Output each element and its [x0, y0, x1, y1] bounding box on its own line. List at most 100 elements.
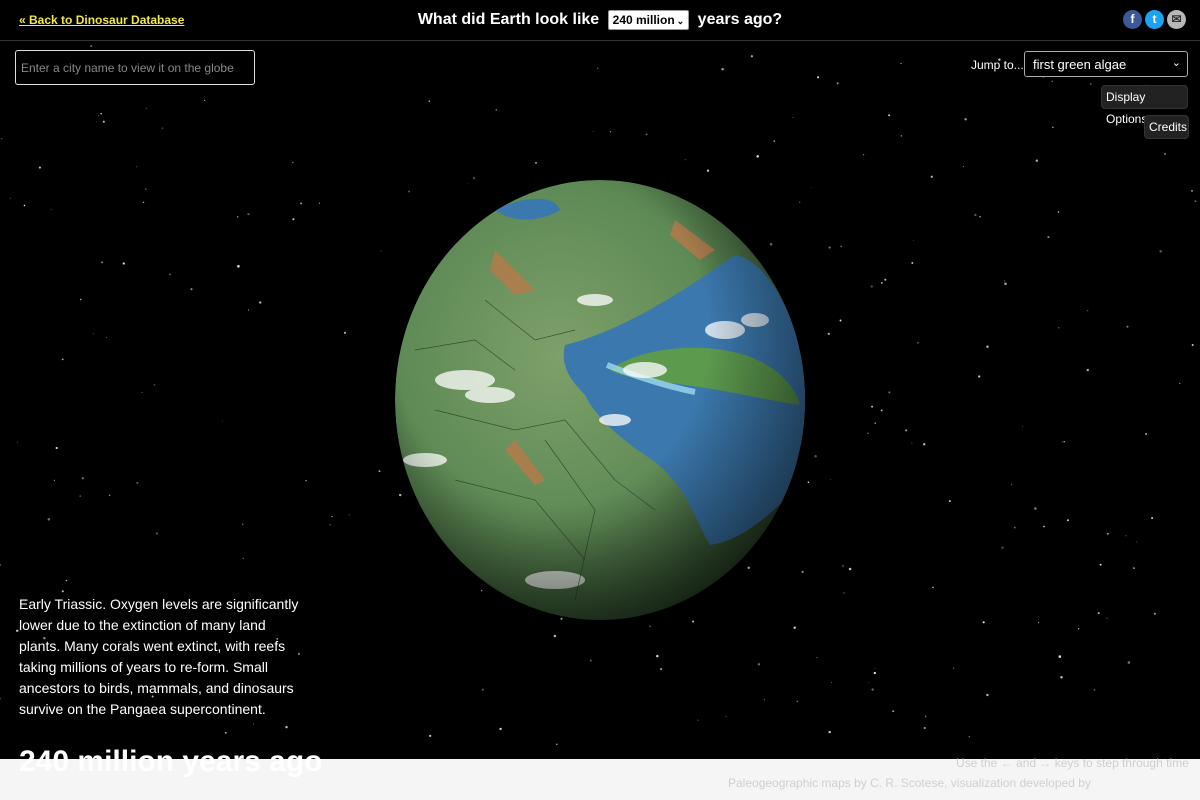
star [773, 140, 776, 142]
star [1077, 628, 1080, 630]
chevron-down-icon: ⌄ [676, 16, 685, 26]
star [796, 700, 799, 703]
star [917, 342, 919, 344]
star [867, 432, 869, 434]
star [348, 514, 350, 516]
star [842, 564, 844, 567]
star [750, 55, 754, 58]
email-share-icon[interactable]: ✉ [1167, 10, 1186, 29]
star [900, 62, 902, 65]
footer: Use the ← and → keys to step through tim… [0, 756, 1200, 800]
star [161, 127, 164, 129]
star [53, 479, 56, 481]
star [964, 118, 967, 121]
star [136, 481, 139, 484]
star [1047, 236, 1050, 239]
star [656, 654, 659, 658]
star [556, 743, 558, 746]
star [61, 590, 64, 593]
star [1013, 526, 1016, 529]
star [247, 309, 250, 311]
star [763, 699, 765, 701]
star [1125, 535, 1127, 537]
star [1058, 327, 1060, 329]
star [203, 99, 206, 102]
star [1034, 507, 1037, 510]
star [50, 209, 52, 211]
star [61, 358, 64, 361]
star [923, 726, 926, 730]
star [1090, 83, 1092, 85]
star [930, 175, 933, 178]
star [828, 730, 831, 734]
star [1022, 426, 1023, 428]
credits-button[interactable]: Credits [1144, 115, 1189, 139]
star [169, 273, 171, 276]
star [10, 197, 12, 199]
years-ago-select[interactable]: 240 million ⌄ [607, 10, 690, 30]
star [100, 112, 102, 115]
star [1127, 661, 1131, 664]
city-search-input[interactable] [15, 50, 255, 85]
star [224, 731, 227, 734]
facebook-share-icon[interactable]: f [1123, 10, 1142, 29]
title-prefix: What did Earth look like [417, 11, 600, 28]
star [827, 332, 830, 335]
star [90, 45, 93, 48]
star [1058, 655, 1062, 658]
star [589, 659, 592, 662]
star [659, 667, 663, 671]
star [968, 736, 970, 738]
star [874, 667, 876, 669]
star [880, 409, 883, 412]
star [237, 265, 240, 268]
star [871, 405, 874, 408]
star [23, 204, 26, 207]
star [870, 285, 873, 288]
star [725, 715, 727, 718]
star [828, 246, 831, 249]
star [793, 626, 796, 629]
star [1194, 200, 1197, 203]
star [1051, 80, 1053, 83]
star [912, 240, 914, 241]
star [840, 245, 842, 248]
display-options-button[interactable]: Display Options [1101, 85, 1188, 126]
star [843, 592, 845, 594]
star [499, 727, 502, 731]
star [848, 567, 852, 571]
star [978, 375, 981, 378]
star [974, 213, 977, 217]
star [0, 137, 3, 140]
twitter-share-icon[interactable]: t [1145, 10, 1164, 29]
star [1035, 159, 1038, 162]
star [553, 634, 557, 638]
star [900, 135, 902, 137]
page-title: What did Earth look like 240 million ⌄ ye… [0, 10, 1200, 30]
star [1052, 126, 1054, 128]
star [1191, 189, 1193, 192]
star [236, 216, 239, 218]
star [92, 333, 94, 335]
jump-to-select[interactable]: first green algae ⌄ [1024, 51, 1188, 77]
star [142, 201, 145, 204]
star [242, 557, 244, 559]
star [986, 693, 989, 697]
earth-globe[interactable] [395, 180, 805, 620]
star [816, 657, 818, 659]
keyboard-hint: Use the ← and → keys to step through tim… [956, 756, 1189, 770]
star [102, 120, 105, 123]
star [535, 161, 537, 164]
star [609, 131, 612, 133]
star [830, 681, 832, 684]
jump-to-label: Jump to... [971, 58, 1024, 72]
star [285, 725, 288, 729]
star [1126, 325, 1129, 328]
star [807, 481, 810, 483]
star [318, 202, 321, 204]
star [1086, 309, 1089, 312]
star [190, 288, 193, 291]
star [932, 586, 934, 589]
star [873, 671, 876, 675]
star [592, 131, 594, 133]
